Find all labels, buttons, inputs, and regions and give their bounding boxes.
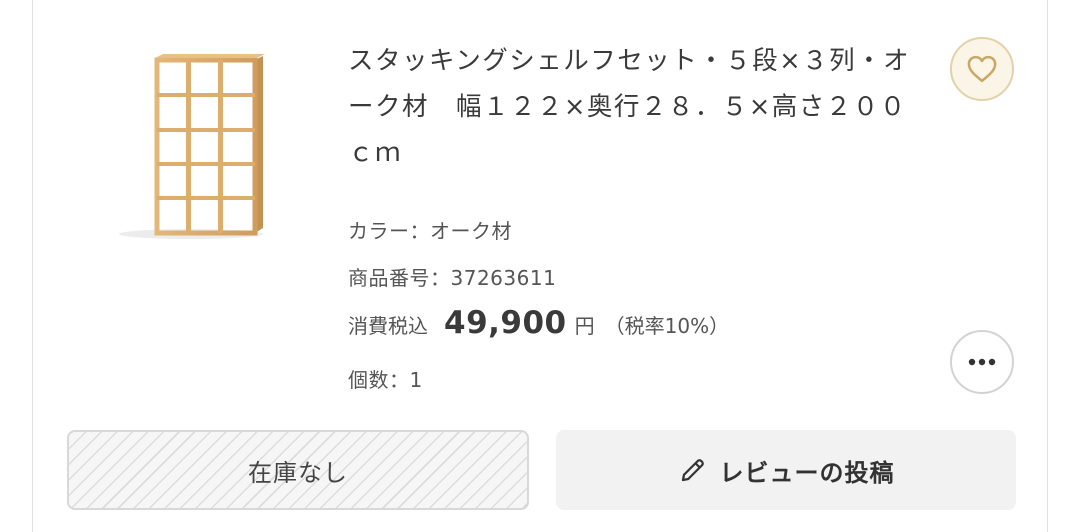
out-of-stock-label: 在庫なし	[248, 458, 348, 487]
product-quantity: 個数：1	[348, 368, 423, 392]
price-row: 消費税込 49,900 円 （税率10%）	[348, 305, 729, 341]
cart-item-card: スタッキングシェルフセット・５段×３列・オーク材 幅１２２×奥行２８．５×高さ２…	[32, 0, 1048, 532]
more-options-button[interactable]	[950, 330, 1014, 394]
price-unit: 円	[574, 314, 595, 338]
out-of-stock-button: 在庫なし	[67, 430, 529, 510]
product-number: 商品番号：37263611	[348, 266, 557, 290]
post-review-button[interactable]: レビューの投稿	[556, 430, 1016, 510]
post-review-label: レビューの投稿	[719, 458, 895, 487]
product-title[interactable]: スタッキングシェルフセット・５段×３列・オーク材 幅１２２×奥行２８．５×高さ２…	[348, 38, 933, 176]
price-label: 消費税込	[348, 314, 428, 338]
more-dots-icon	[968, 358, 996, 366]
pencil-icon	[678, 455, 708, 485]
product-image[interactable]	[91, 28, 291, 258]
favorite-button[interactable]	[950, 37, 1014, 101]
heart-icon	[967, 55, 997, 83]
price-tax: （税率10%）	[604, 314, 730, 338]
price-value: 49,900	[444, 305, 567, 341]
product-color: カラー：オーク材	[348, 219, 512, 243]
